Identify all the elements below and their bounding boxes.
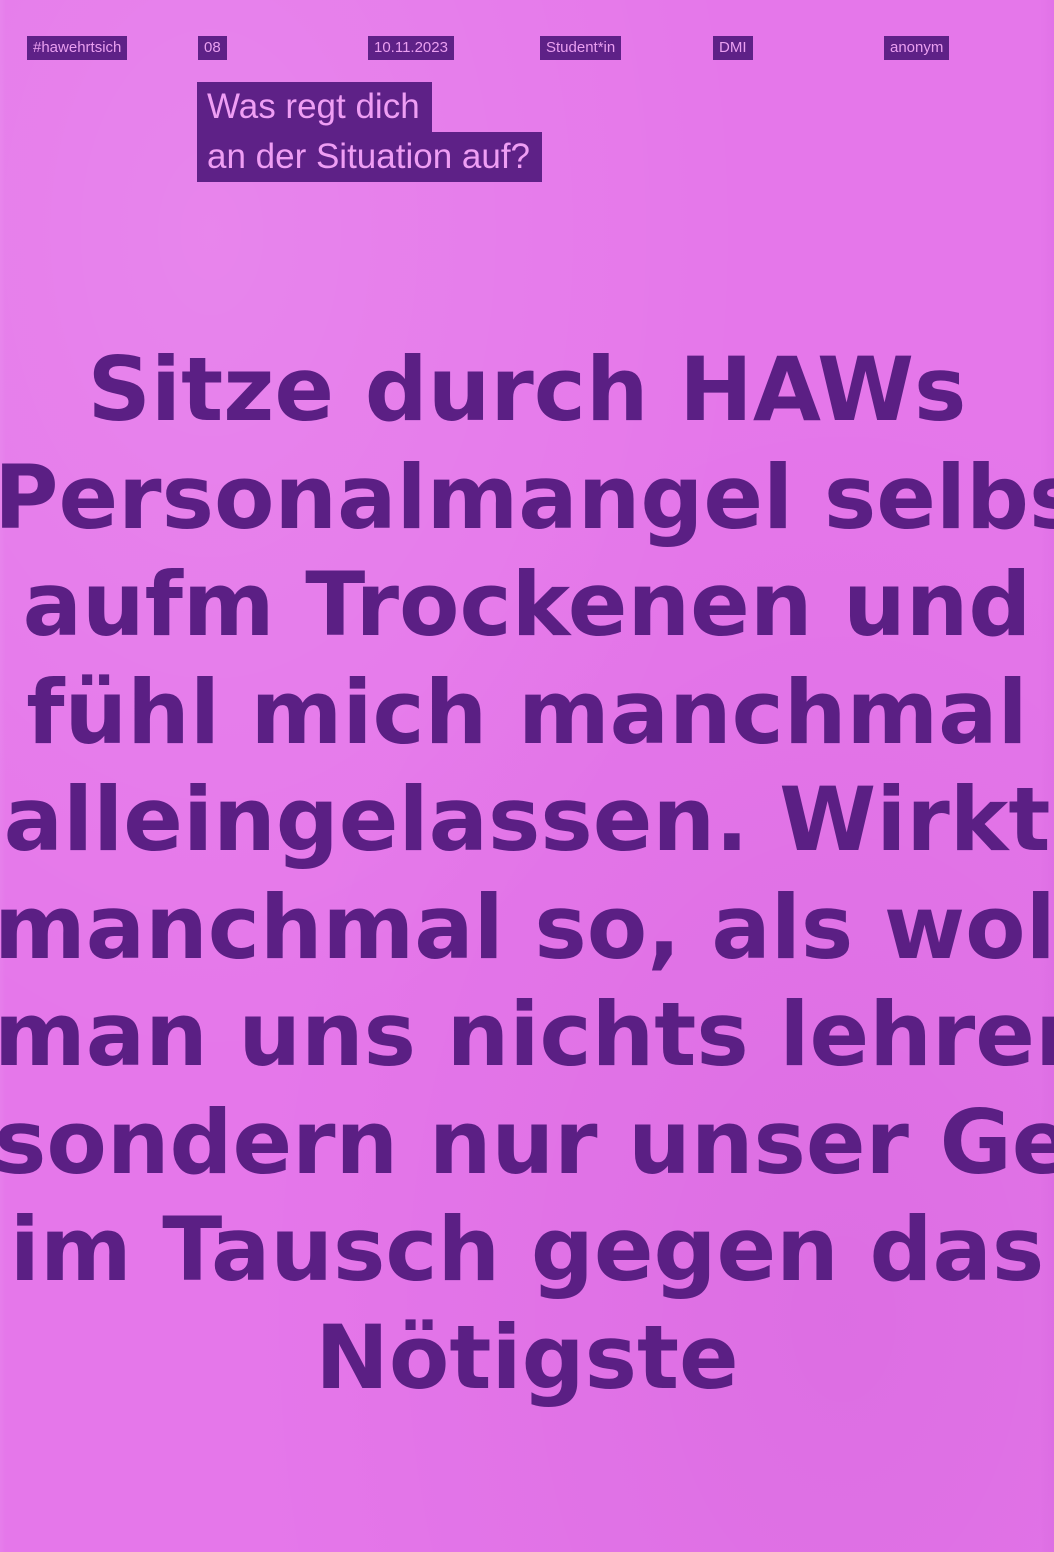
statement-line-4: fühl mich manchmal <box>26 660 1028 764</box>
statement-text: Sitze durch HAWs Personalmangel selbst a… <box>0 336 1054 1411</box>
question-heading: Was regt dich an der Situation auf? <box>197 82 607 182</box>
poster: #hawehrtsich 08 10.11.2023 Student*in DM… <box>0 0 1054 1552</box>
issue-number: 08 <box>198 36 227 60</box>
statement-line-6: manchmal so, als wolle <box>0 875 1054 979</box>
statement-line-1: Sitze durch HAWs <box>87 338 967 441</box>
statement-line-10: Nötigste <box>315 1305 739 1409</box>
date-label: 10.11.2023 <box>368 36 454 60</box>
hashtag-label: #hawehrtsich <box>27 36 128 60</box>
author-label: anonym <box>884 36 950 60</box>
statement-line-8: sondern nur unser Geld <box>0 1090 1054 1194</box>
statement-line-5: alleingelassen. Wirkt <box>3 768 1051 871</box>
statement-line-2: Personalmangel selbst <box>0 445 1054 549</box>
statement-line-3: aufm Trockenen und <box>22 553 1032 656</box>
statement-line-7: man uns nichts lehren, <box>0 983 1054 1086</box>
question-line-2: an der Situation auf? <box>197 132 543 182</box>
question-line-1: Was regt dich <box>197 82 432 132</box>
role-label: Student*in <box>540 36 622 60</box>
statement-line-9: im Tausch gegen das <box>9 1198 1045 1301</box>
department-label: DMI <box>713 36 753 60</box>
